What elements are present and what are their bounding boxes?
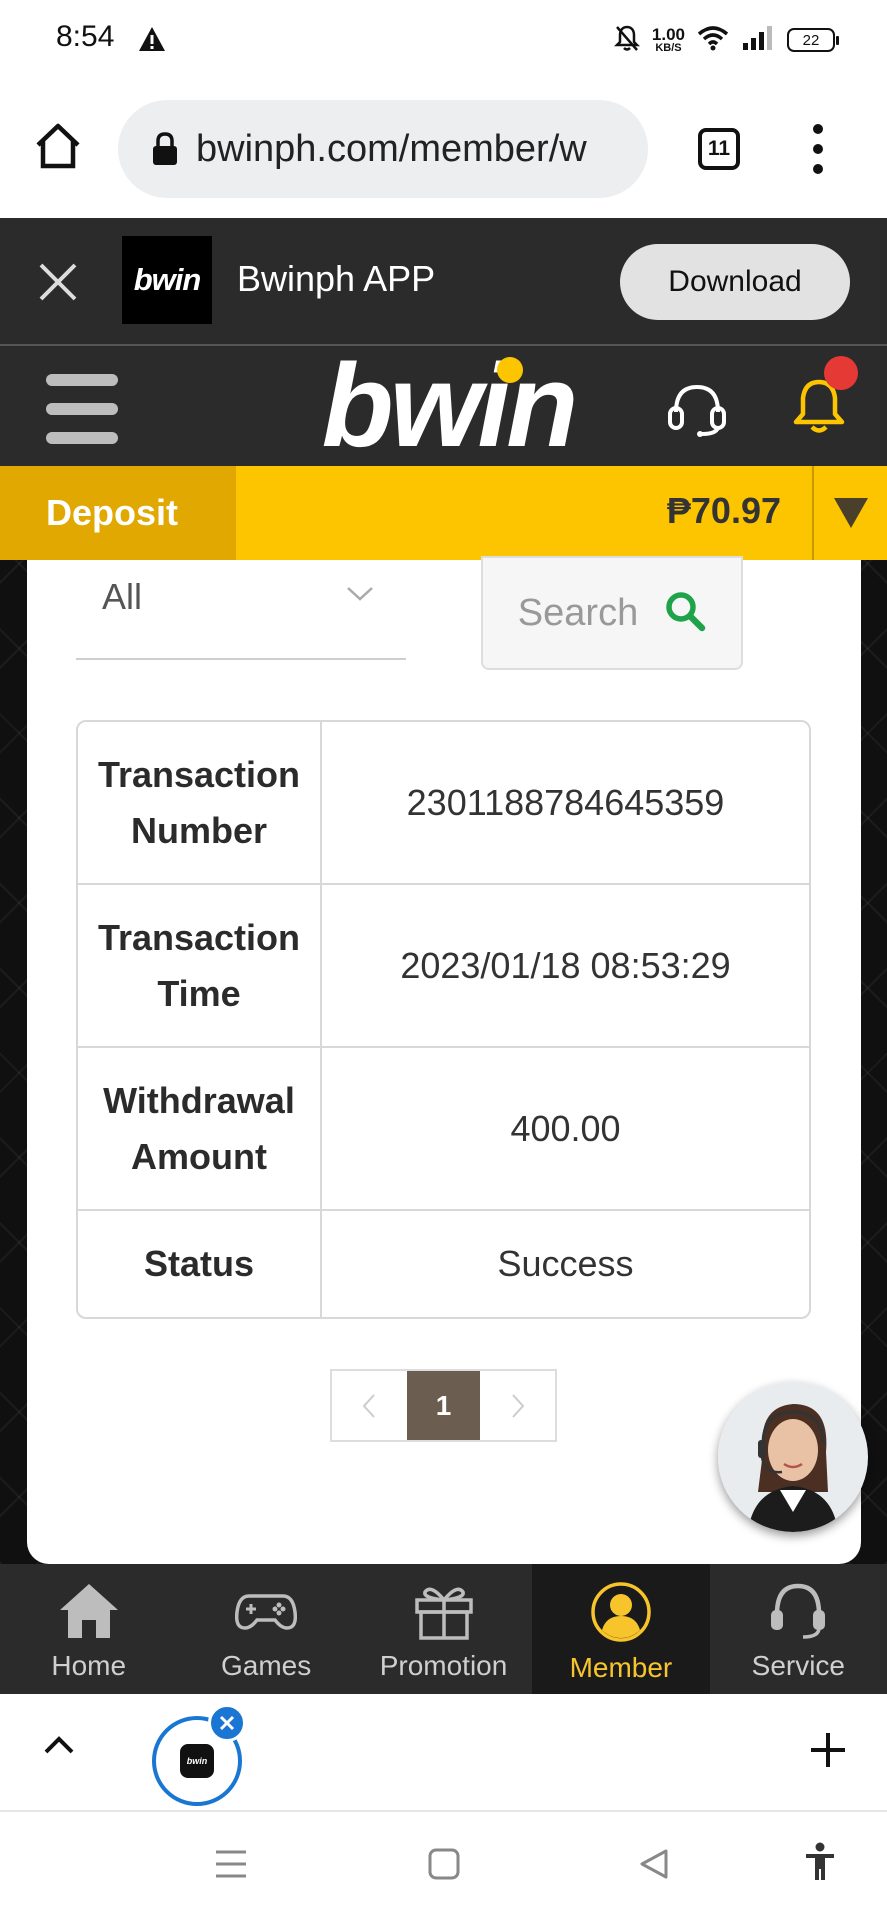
status-bar: 8:54 1.00 KB/S 22 — [0, 0, 887, 80]
chevron-left-icon — [362, 1393, 376, 1418]
search-icon — [664, 590, 706, 637]
member-icon — [591, 1582, 651, 1642]
tab-favicon: bwin — [180, 1744, 214, 1778]
tab-switcher-button[interactable]: 11 — [698, 128, 740, 170]
app-logo: bwin — [122, 236, 212, 324]
menu-dot — [813, 124, 823, 134]
row-label: Transaction Time — [78, 885, 322, 1048]
back-triangle-icon[interactable] — [638, 1848, 670, 1885]
url-bar[interactable]: bwinph.com/member/w — [118, 100, 648, 198]
search-label: Search — [517, 591, 639, 634]
bwin-logo[interactable]: bwin — [288, 346, 608, 466]
chevron-right-icon — [511, 1393, 525, 1418]
menu-dot — [813, 164, 823, 174]
accessibility-icon[interactable] — [804, 1842, 836, 1887]
recent-apps-icon[interactable] — [214, 1848, 248, 1885]
account-bar: Deposit ₱70.97 — [0, 466, 887, 560]
hamburger-line — [46, 432, 118, 444]
transaction-time-value: 2023/01/18 08:53:29 — [322, 885, 809, 1048]
table-row: Transaction Time 2023/01/18 08:53:29 — [78, 885, 809, 1048]
mute-bell-icon — [613, 24, 640, 57]
network-speed: 1.00 KB/S — [652, 26, 685, 54]
battery-indicator: 22 — [787, 28, 839, 52]
nav-item-promotion[interactable]: Promotion — [355, 1564, 532, 1694]
home-outline-icon — [36, 123, 80, 169]
browser-tab-strip: bwin — [0, 1694, 887, 1812]
bottom-navigation: Home Games Promotion Member Service — [0, 1564, 887, 1694]
home-icon — [59, 1584, 118, 1638]
nav-item-home[interactable]: Home — [0, 1564, 177, 1694]
net-speed-unit: KB/S — [655, 42, 682, 54]
status-value: Success — [497, 1243, 634, 1284]
close-tab-icon[interactable] — [208, 1704, 246, 1742]
url-text: bwinph.com/member/w — [196, 127, 587, 170]
browser-home-button[interactable] — [30, 118, 86, 174]
status-filter-select[interactable]: All — [76, 560, 406, 660]
warning-icon — [138, 26, 166, 57]
svg-text:bwin: bwin — [322, 346, 575, 466]
home-square-icon[interactable] — [428, 1848, 460, 1885]
balance-dropdown-toggle[interactable] — [812, 466, 887, 560]
transaction-number-value: 2301188784645359 — [322, 722, 809, 885]
nav-label: Service — [751, 1650, 846, 1681]
chevron-up-icon[interactable] — [42, 1734, 76, 1761]
nav-item-games[interactable]: Games — [177, 1564, 354, 1694]
live-chat-agent-button[interactable] — [718, 1382, 868, 1532]
nav-label: Games — [220, 1650, 312, 1681]
app-banner-title: Bwinph APP — [237, 258, 436, 299]
hamburger-menu-button[interactable] — [46, 374, 118, 444]
support-agent-avatar — [718, 1382, 868, 1532]
table-row: Status Success — [78, 1211, 809, 1317]
deposit-button[interactable]: Deposit — [0, 466, 236, 560]
search-button[interactable]: Search — [481, 556, 743, 670]
triangle-down-icon — [833, 498, 868, 528]
nav-label: Home — [51, 1650, 127, 1681]
row-label: Status — [78, 1211, 322, 1317]
hamburger-line — [46, 374, 118, 386]
status-time: 8:54 — [56, 20, 115, 53]
chevron-down-icon — [346, 586, 374, 607]
next-page-button[interactable] — [480, 1371, 555, 1440]
close-banner-icon[interactable] — [38, 262, 78, 307]
net-speed-value: 1.00 — [651, 25, 685, 44]
browser-toolbar: bwinph.com/member/w 11 — [0, 80, 887, 218]
pagination: 1 — [330, 1369, 557, 1442]
site-header: bwin — [0, 346, 887, 466]
system-navigation-bar — [0, 1812, 887, 1920]
nav-item-service[interactable]: Service — [710, 1564, 887, 1694]
signal-icon — [741, 25, 775, 56]
filter-selected-value: All — [102, 576, 143, 617]
support-headset-icon[interactable] — [664, 382, 730, 443]
app-download-banner: bwin Bwinph APP Download — [0, 218, 887, 346]
wallet-balance: ₱70.97 — [666, 490, 781, 531]
page-number-button[interactable]: 1 — [406, 1371, 481, 1440]
withdrawal-amount-value: 400.00 — [322, 1048, 809, 1211]
nav-item-member[interactable]: Member — [532, 1564, 710, 1694]
download-app-button[interactable]: Download — [620, 244, 850, 320]
browser-menu-button[interactable] — [806, 124, 830, 174]
headset-icon — [771, 1583, 826, 1639]
gamepad-icon — [235, 1594, 298, 1630]
wifi-icon — [697, 25, 729, 56]
nav-label: Promotion — [379, 1650, 508, 1681]
notification-badge — [824, 356, 858, 390]
row-label: Withdrawal Amount — [78, 1048, 322, 1211]
new-tab-plus-icon[interactable] — [808, 1730, 848, 1775]
table-row: Transaction Number 2301188784645359 — [78, 722, 809, 885]
gift-icon — [414, 1587, 473, 1640]
table-row: Withdrawal Amount 400.00 — [78, 1048, 809, 1211]
row-label: Transaction Number — [78, 722, 322, 885]
lock-icon — [152, 132, 178, 166]
menu-dot — [813, 144, 823, 154]
status-indicators: 1.00 KB/S 22 — [613, 22, 839, 58]
nav-label: Member — [569, 1652, 673, 1683]
prev-page-button[interactable] — [332, 1371, 407, 1440]
hamburger-line — [46, 403, 118, 415]
transaction-details-table: Transaction Number 2301188784645359 Trans… — [76, 720, 811, 1319]
